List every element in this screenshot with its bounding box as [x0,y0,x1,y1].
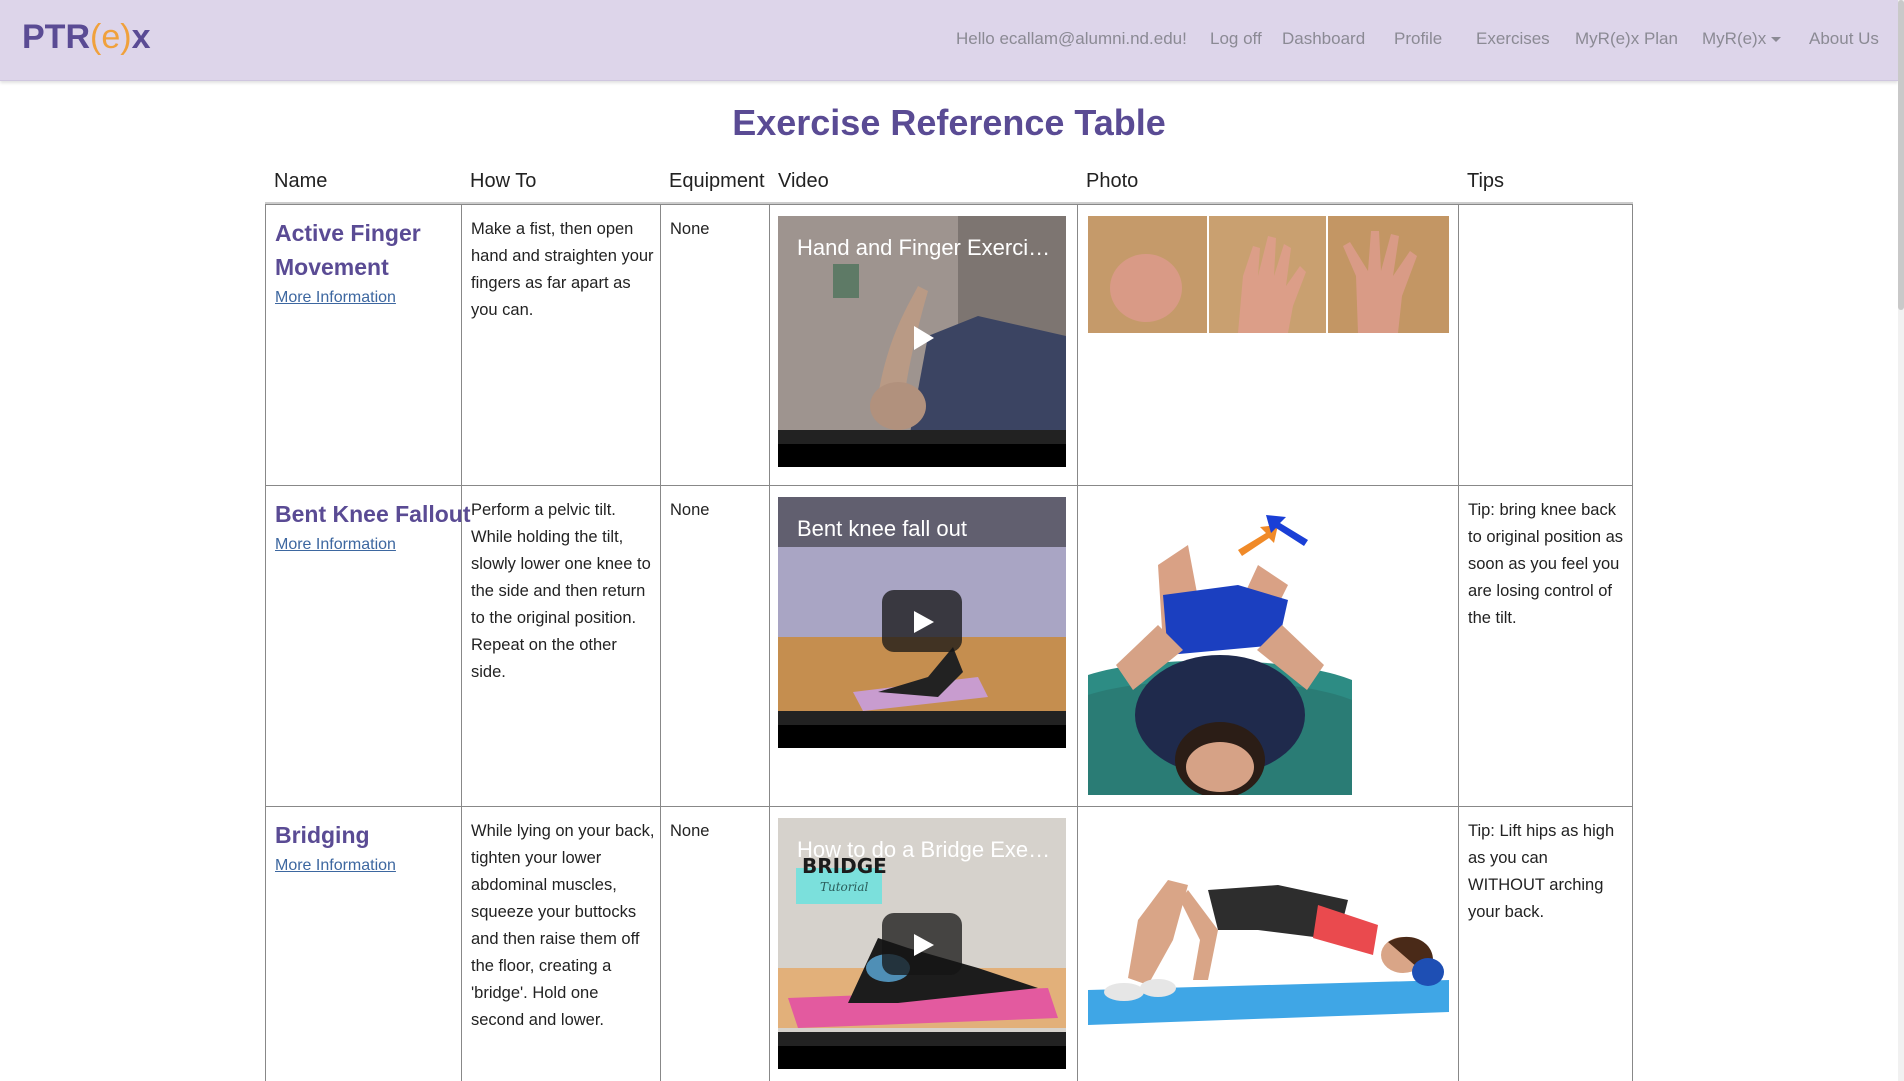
nav-myrex-label: MyR(e)x [1702,29,1767,48]
exercise-photo [1088,860,1449,1035]
scrollbar-thumb[interactable] [1898,0,1904,310]
column-divider [769,204,770,1081]
play-button[interactable] [882,913,962,975]
more-information-link[interactable]: More Information [275,856,396,876]
video-player[interactable]: BRIDGE Tutorial How to do a Bridge Exer.… [778,818,1066,1069]
column-divider [461,204,462,1081]
nav-profile[interactable]: Profile [1394,28,1442,50]
row-divider [265,485,1633,486]
exercise-name: Bent Knee Fallout [275,501,471,527]
nav-exercises[interactable]: Exercises [1476,28,1550,50]
video-title: Bent knee fall out [797,516,968,541]
howto-text: While lying on your back, tighten your l… [471,822,655,1029]
video-overlay-subtext: Tutorial [820,880,869,894]
column-header-howto: How To [470,170,537,192]
more-information-link[interactable]: More Information [275,535,396,555]
more-information-link[interactable]: More Information [275,288,396,308]
column-header-tips: Tips [1467,170,1505,192]
nav-myrex-plan[interactable]: MyR(e)x Plan [1575,28,1678,50]
row-divider [265,806,1633,807]
nav-myrex-dropdown[interactable]: MyR(e)x [1702,28,1782,50]
play-button[interactable] [882,590,962,652]
page-scrollbar[interactable] [1898,0,1904,1081]
howto-text: Make a fist, then open hand and straight… [471,220,654,319]
video-player[interactable]: Hand and Finger Exercis... [778,216,1066,467]
howto-text: Perform a pelvic tilt. While holding the… [471,501,651,681]
exercise-name: Active Finger Movement [275,220,421,280]
equipment-text: None [670,501,710,519]
play-icon[interactable] [902,318,942,363]
top-navbar: PTR(e)x Hello ecallam@alumni.nd.edu! Log… [0,0,1898,81]
caret-down-icon [1771,37,1782,43]
video-player[interactable]: Bent knee fall out [778,497,1066,748]
exercise-name: Bridging [275,822,370,848]
nav-logoff[interactable]: Log off [1210,28,1262,50]
brand-paren-close: ) [120,18,132,56]
nav-about[interactable]: About Us [1809,28,1879,50]
column-header-photo: Photo [1086,170,1139,192]
column-divider [660,204,661,1081]
equipment-text: None [670,822,710,840]
equipment-text: None [670,220,710,238]
brand-paren-open: ( [90,18,102,56]
play-icon [914,611,934,633]
brand-logo[interactable]: PTR(e)x [22,17,151,57]
video-title: How to do a Bridge Exer... [797,837,1052,862]
video-title: Hand and Finger Exercis... [797,235,1052,260]
play-icon [914,934,934,956]
nav-greeting[interactable]: Hello ecallam@alumni.nd.edu! [956,28,1187,50]
column-header-equipment: Equipment [669,170,765,192]
tips-text: Tip: bring knee back to original positio… [1468,501,1624,627]
column-divider [1458,204,1459,1081]
tips-text: Tip: Lift hips as high as you can WITHOU… [1468,822,1615,921]
column-header-video: Video [778,170,829,192]
column-header-name: Name [274,170,328,192]
brand-suffix: x [131,18,151,56]
exercise-photo [1088,216,1449,333]
exercise-photo [1088,505,1352,795]
brand-e: e [101,18,121,56]
nav-dashboard[interactable]: Dashboard [1282,28,1365,50]
brand-prefix: PTR [22,18,90,56]
column-divider [1077,204,1078,1081]
page-title: Exercise Reference Table [732,102,1166,143]
